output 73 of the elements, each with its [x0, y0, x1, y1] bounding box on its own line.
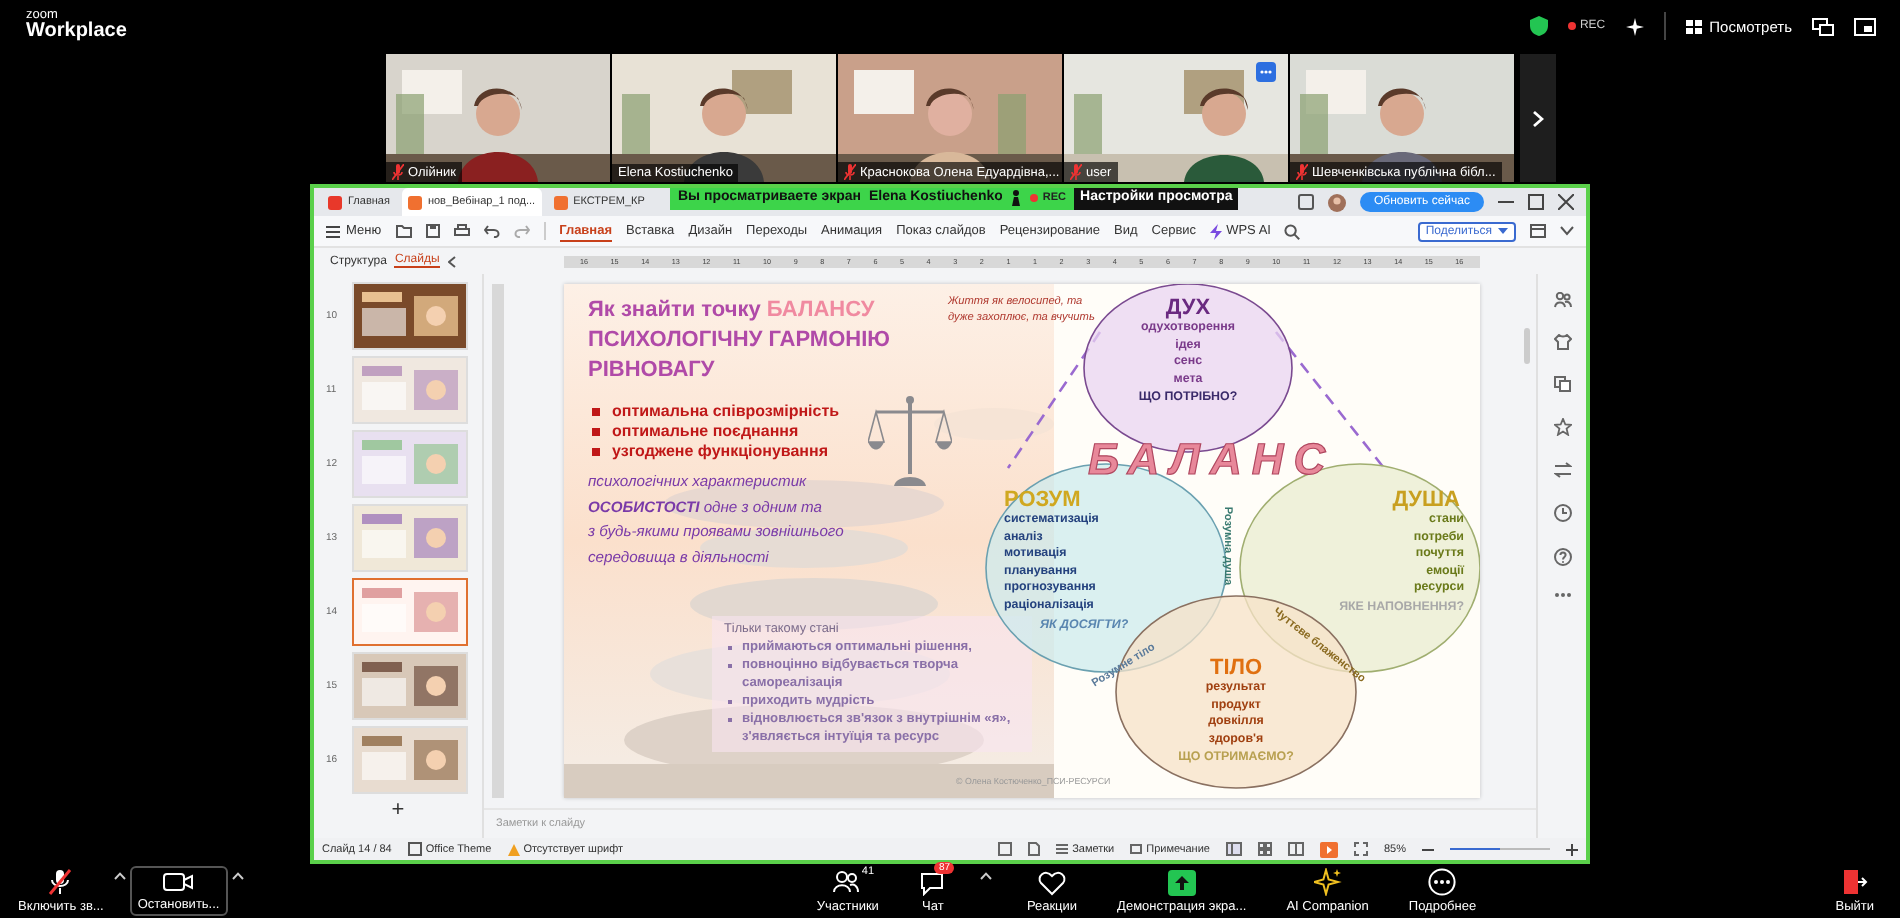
muted-mic-icon: [46, 868, 75, 896]
more-icon[interactable]: [1553, 592, 1571, 598]
app-icon: [407, 195, 422, 209]
undo-icon[interactable]: [483, 224, 500, 238]
scrollbar[interactable]: [1524, 328, 1530, 364]
normal-view-icon[interactable]: [1225, 842, 1242, 856]
slide-thumbnail[interactable]: [352, 577, 468, 645]
zoom-in-icon[interactable]: [1566, 843, 1578, 855]
bullet-item: оптимальна співрозмірність: [592, 402, 840, 422]
grid-icon: [1685, 19, 1702, 33]
lightning-icon: [1210, 223, 1223, 239]
save-icon[interactable]: [425, 224, 440, 238]
fit-icon[interactable]: [1353, 842, 1368, 856]
collapse-icon[interactable]: [447, 255, 456, 267]
copy-icon[interactable]: [1553, 376, 1571, 392]
shirt-icon[interactable]: [1553, 334, 1571, 350]
caret-icon[interactable]: [113, 872, 126, 880]
circle-title: ДУША: [1392, 488, 1460, 512]
lines-icon: [1056, 844, 1069, 854]
clock-icon[interactable]: [1553, 504, 1571, 522]
circle-title: РОЗУМ: [1004, 488, 1081, 512]
add-slide-button[interactable]: +: [391, 798, 405, 822]
caret-icon[interactable]: [231, 872, 244, 880]
app-icon: [328, 195, 342, 209]
chevron-down-icon[interactable]: [1560, 226, 1574, 236]
star-icon[interactable]: [1553, 418, 1571, 436]
heart-icon: [1037, 869, 1066, 895]
app-icon: [553, 195, 568, 209]
menu-icon: [326, 225, 340, 237]
exit-door-icon: [1840, 868, 1869, 896]
person-icon: [1010, 189, 1023, 205]
grid-view-icon[interactable]: [1257, 842, 1272, 856]
more-icon[interactable]: [1256, 62, 1276, 82]
sparkle-icon: [1313, 868, 1342, 896]
people-icon: [831, 870, 864, 894]
maximize-icon[interactable]: [1528, 194, 1544, 210]
people-icon[interactable]: [1553, 292, 1571, 308]
play-icon[interactable]: [1319, 841, 1338, 857]
comment-icon: [1130, 843, 1143, 855]
share-screen-icon: [1167, 869, 1196, 895]
window-icon[interactable]: [1298, 194, 1314, 210]
slide-title: Як знайти точку БАЛАНСУ ПСИХОЛОГІЧНУ ГАРМОНІЮ РІВНОВАГУ: [588, 296, 890, 386]
sparkle-icon[interactable]: [1625, 17, 1644, 35]
more-icon: [1428, 868, 1457, 896]
video-camera-icon: [162, 870, 195, 894]
warning-icon: [507, 843, 520, 855]
page-icon[interactable]: [1028, 842, 1041, 856]
book-icon[interactable]: [1287, 842, 1304, 856]
balance-word: БАЛАНС: [1088, 436, 1336, 484]
zoom-out-icon[interactable]: [1422, 843, 1434, 855]
circle-title: ТІЛО: [1209, 656, 1263, 680]
panel-icon[interactable]: [1530, 224, 1546, 238]
scales-icon: [868, 394, 952, 486]
theme-icon: [407, 842, 422, 856]
fullscreen-icon[interactable]: [1854, 17, 1876, 35]
bullet-item: оптимальне поєднання: [592, 422, 840, 442]
avatar-icon[interactable]: [1328, 193, 1346, 211]
search-icon[interactable]: [1284, 223, 1301, 239]
layout-icon[interactable]: [998, 842, 1013, 856]
caret-icon: [1498, 228, 1508, 234]
caret-icon[interactable]: [980, 872, 993, 880]
folder-icon[interactable]: [395, 224, 412, 238]
shield-icon[interactable]: [1529, 16, 1548, 36]
circle-title: ДУХ: [1165, 296, 1211, 320]
app-name: Workplace: [26, 22, 127, 43]
chat-icon: [918, 869, 947, 895]
chevron-right-icon: [1532, 109, 1544, 127]
windows-icon[interactable]: [1812, 17, 1834, 35]
swap-icon[interactable]: [1553, 462, 1571, 478]
close-icon[interactable]: [1558, 194, 1574, 210]
bullet-item: узгоджене функціонування: [592, 442, 840, 462]
help-icon[interactable]: [1553, 548, 1571, 566]
print-icon[interactable]: [453, 224, 470, 238]
